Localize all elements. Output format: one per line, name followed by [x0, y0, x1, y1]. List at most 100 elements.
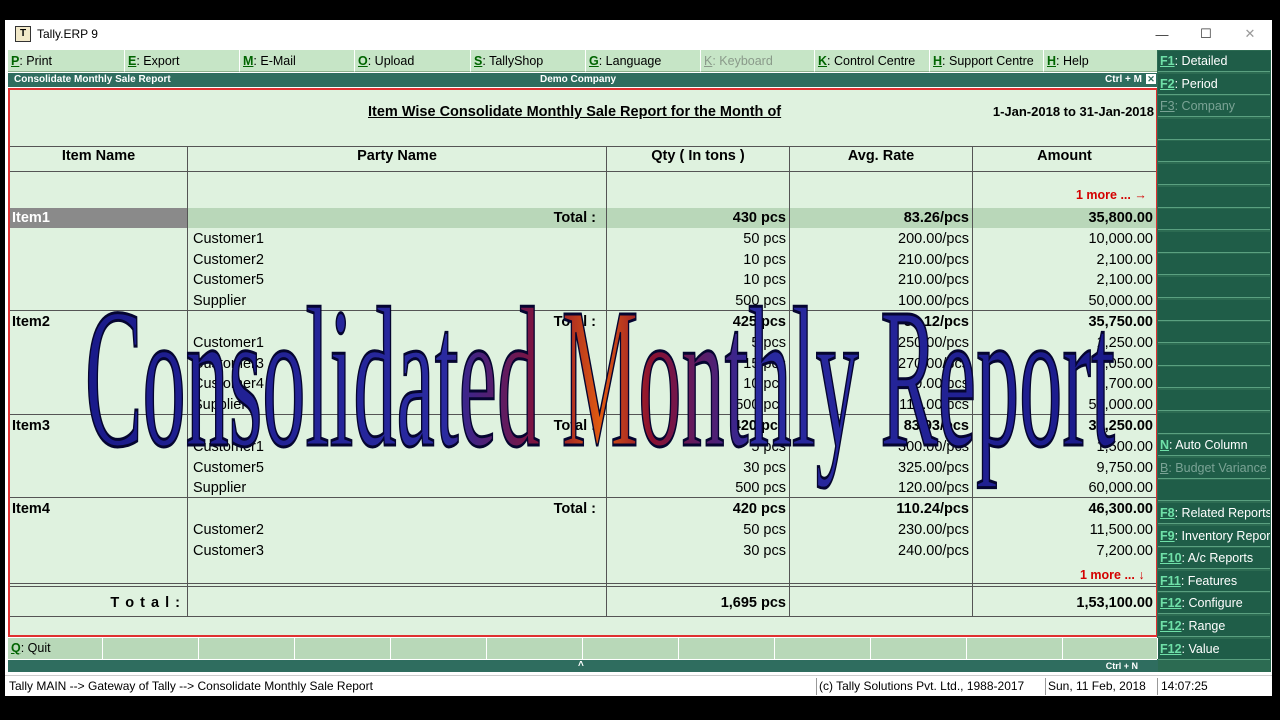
- company-name: Demo Company: [540, 74, 617, 85]
- panel-button-budgetvariance[interactable]: B: Budget Variance: [1158, 457, 1270, 479]
- toolbar-button-help[interactable]: H: Help: [1044, 50, 1158, 72]
- panel-button-range[interactable]: F12: Range: [1158, 616, 1270, 637]
- toolbar-button-email[interactable]: M: E-Mail: [240, 50, 355, 72]
- toolbar-button-controlcentre[interactable]: K: Control Centre: [815, 50, 930, 72]
- party-row[interactable]: Customer3 30 pcs 240.00/pcs 7,200.00: [10, 541, 1156, 561]
- panel-button-value[interactable]: F12: Value: [1158, 638, 1270, 660]
- toolbar-button-keyboard[interactable]: K: Keyboard: [701, 50, 815, 72]
- report-title: Item Wise Consolidate Monthly Sale Repor…: [368, 104, 782, 120]
- party-row[interactable]: Customer2 10 pcs 210.00/pcs 2,100.00: [10, 250, 1156, 270]
- panel-button-empty: [1158, 141, 1270, 163]
- rate-value: 300.00/pcs: [898, 438, 969, 455]
- status-date: Sun, 11 Feb, 2018: [1048, 679, 1146, 693]
- party-row[interactable]: Customer1 5 pcs 250.00/pcs 1,250.00: [10, 333, 1156, 353]
- party-row[interactable]: Supplier 500 pcs 120.00/pcs 60,000.00: [10, 478, 1156, 498]
- panel-button-empty: [1158, 118, 1270, 140]
- panel-button-features[interactable]: F11: Features: [1158, 570, 1270, 592]
- grand-total-row[interactable]: T o t a l : 1,695 pcs 1,53,100.00: [10, 593, 1156, 613]
- toolbar-label: : Upload: [367, 53, 415, 68]
- toolbar-button-upload[interactable]: O: Upload: [355, 50, 471, 72]
- party-row[interactable]: Customer5 10 pcs 210.00/pcs 2,100.00: [10, 270, 1156, 290]
- toolbar-label: : Keyboard: [712, 53, 773, 68]
- party-row[interactable]: Customer5 30 pcs 325.00/pcs 9,750.00: [10, 458, 1156, 478]
- panel-button-configure[interactable]: F12: Configure: [1158, 593, 1270, 615]
- toolbar-key: H: [1047, 53, 1057, 68]
- status-bar: Tally MAIN --> Gateway of Tally --> Cons…: [5, 675, 1272, 696]
- panel-button-relatedreports[interactable]: F8: Related Reports: [1158, 503, 1270, 524]
- qty-value: 500 pcs: [735, 480, 786, 497]
- panel-button-period[interactable]: F2: Period: [1158, 73, 1270, 95]
- qty-value: 500 pcs: [735, 397, 786, 414]
- report-info-bar: Consolidate Monthly Sale Report Demo Com…: [8, 73, 1158, 87]
- qty-value: 30 pcs: [743, 459, 786, 476]
- panel-button-acreports[interactable]: F10: A/c Reports: [1158, 548, 1270, 570]
- qty-value: 420 pcs: [732, 501, 786, 518]
- col-divider-3: [789, 146, 790, 617]
- rate-value: 270.00/pcs: [898, 355, 969, 372]
- item-total-row[interactable]: Item1 Total : 430 pcs 83.26/pcs 35,800.00: [10, 208, 1156, 228]
- more-indicator-top[interactable]: 1 more ... →: [1076, 188, 1147, 202]
- panel-label: : Value: [1181, 641, 1220, 656]
- party-name: Customer5: [193, 272, 264, 289]
- bottom-slot: [871, 638, 967, 659]
- party-name: Customer2: [193, 251, 264, 268]
- more-indicator-bottom[interactable]: 1 more ... ↓: [1080, 568, 1145, 582]
- toolbar-button-language[interactable]: G: Language: [586, 50, 701, 72]
- close-icon[interactable]: ✕: [1228, 20, 1272, 48]
- item-separator: [10, 310, 1156, 311]
- item-name: Item2: [12, 314, 50, 330]
- toolbar-label: : Support Centre: [942, 53, 1034, 68]
- rate-value: 270.00/pcs: [898, 376, 969, 393]
- amount-value: 50,000.00: [1088, 293, 1153, 310]
- item-total-label: Total :: [553, 210, 596, 226]
- item-total-row[interactable]: Item3 Total : 420 pcs 83.93/pcs 35,250.00: [10, 416, 1156, 436]
- col-divider-4: [972, 146, 973, 617]
- right-button-panel: F1: Detailed F2: Period F3: Company N: Auto…: [1157, 50, 1271, 672]
- amount-value: 35,250.00: [1088, 418, 1153, 434]
- panel-button-empty: [1158, 344, 1270, 366]
- rate-value: 250.00/pcs: [898, 334, 969, 351]
- quit-label: : Quit: [20, 641, 51, 655]
- chevron-up-icon[interactable]: ˄: [578, 659, 584, 670]
- party-row[interactable]: Customer1 5 pcs 300.00/pcs 1,500.00: [10, 437, 1156, 457]
- quit-button[interactable]: Q: Quit: [8, 638, 103, 659]
- column-avg-rate: Avg. Rate: [847, 148, 915, 164]
- rate-value: 200.00/pcs: [898, 230, 969, 247]
- bottom-slot: [1063, 638, 1158, 659]
- party-row[interactable]: Supplier 500 pcs 100.00/pcs 50,000.00: [10, 291, 1156, 311]
- toolbar-key: H: [933, 53, 943, 68]
- party-row[interactable]: Supplier 500 pcs 110.00/pcs 55,000.00: [10, 395, 1156, 415]
- panel-button-detailed[interactable]: F1: Detailed: [1158, 51, 1270, 72]
- panel-key: F12: [1160, 641, 1182, 656]
- bottom-slot: [487, 638, 583, 659]
- panel-label: : Related Reports: [1174, 506, 1270, 520]
- amount-value: 55,000.00: [1088, 397, 1153, 414]
- party-row[interactable]: Customer4 10 pcs 270.00/pcs 2,700.00: [10, 374, 1156, 394]
- party-row[interactable]: Customer3 15 pcs 270.00/pcs 4,050.00: [10, 354, 1156, 374]
- toolbar-button-export[interactable]: E: Export: [125, 50, 240, 72]
- panel-key: F8: [1160, 506, 1175, 520]
- panel-button-inventoryreports[interactable]: F9: Inventory Reports: [1158, 525, 1270, 547]
- panel-button-autocolumn[interactable]: N: Auto Column: [1158, 435, 1270, 457]
- party-name: Supplier: [193, 397, 247, 414]
- toolbar-button-supportcentre[interactable]: H: Support Centre: [930, 50, 1044, 72]
- panel-button-company[interactable]: F3: Company: [1158, 96, 1270, 118]
- window-title: Tally.ERP 9: [37, 27, 98, 41]
- minimize-icon[interactable]: —: [1140, 20, 1184, 48]
- report-name: Consolidate Monthly Sale Report: [14, 74, 171, 85]
- maximize-icon[interactable]: ☐: [1184, 20, 1228, 48]
- panel-button-empty: [1158, 209, 1270, 231]
- panel-label: : Detailed: [1174, 54, 1228, 68]
- toolbar-key: K: [704, 53, 713, 68]
- item-total-row[interactable]: Item2 Total : 425 pcs 84.12/pcs 35,750.00: [10, 312, 1156, 332]
- toolbar-label: : Print: [19, 53, 52, 68]
- party-row[interactable]: Customer1 50 pcs 200.00/pcs 10,000.00: [10, 229, 1156, 249]
- party-row[interactable]: Customer2 50 pcs 230.00/pcs 11,500.00: [10, 520, 1156, 540]
- close-report-icon[interactable]: ✕: [1146, 74, 1156, 84]
- toolbar-button-print[interactable]: P: Print: [8, 50, 125, 72]
- qty-value: 5 pcs: [751, 334, 786, 351]
- rate-value: 83.26/pcs: [903, 210, 969, 226]
- party-name: Customer5: [193, 459, 264, 476]
- item-total-row[interactable]: Item4 Total : 420 pcs 110.24/pcs 46,300.00: [10, 499, 1156, 519]
- toolbar-button-tallyshop[interactable]: S: TallyShop: [471, 50, 586, 72]
